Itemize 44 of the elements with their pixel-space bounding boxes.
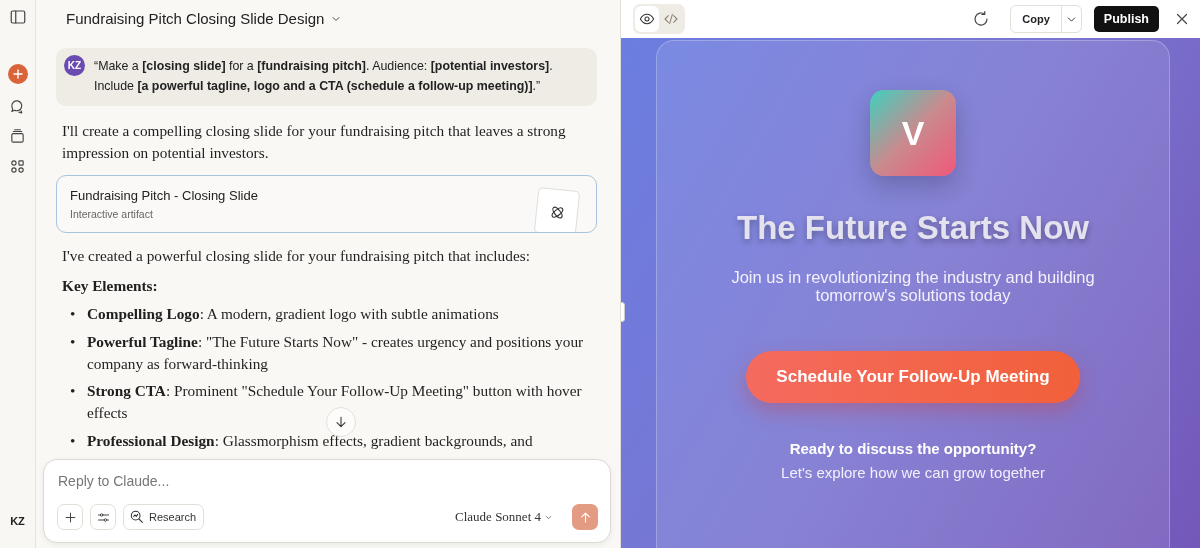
bullet-item: Strong CTA: Prominent "Schedule Your Follow-Up Meeting" button with hover effects xyxy=(87,382,582,421)
sidebar-icon xyxy=(8,8,27,26)
add-button[interactable] xyxy=(57,504,83,530)
user-initials[interactable]: KZ xyxy=(10,515,25,527)
artifact-card[interactable]: Fundraising Pitch - Closing Slide Interactive artifact xyxy=(56,175,597,233)
research-button[interactable]: Research xyxy=(123,504,205,530)
new-chat-button[interactable] xyxy=(7,64,28,84)
tools-button[interactable] xyxy=(90,504,116,530)
reply-input[interactable]: Reply to Claude... xyxy=(56,472,480,490)
bullet-item: Powerful Tagline: "The Future Starts Now" - creates urgency and positions your company as forward-thinking xyxy=(87,332,584,372)
archive-box-icon xyxy=(9,128,26,145)
publish-button[interactable]: Publish xyxy=(1093,6,1159,32)
model-selector[interactable]: Claude Sonnet 4 xyxy=(455,509,553,525)
assistant-paragraph: I'll create a compelling closing slide for your fundraising pitch that leaves a strong impression on potential investors. xyxy=(62,121,567,163)
section-heading: Key Elements: xyxy=(62,276,159,296)
closing-question: Ready to discuss the opportunity? xyxy=(789,440,1037,457)
refresh-icon xyxy=(972,10,991,28)
bullet-mark: • xyxy=(70,430,76,451)
assistant-paragraph: I've created a powerful closing slide for your fundraising pitch that includes: xyxy=(62,246,531,266)
search-icon xyxy=(129,509,145,525)
shapes-grid-icon xyxy=(9,158,26,175)
bullet-mark: • xyxy=(70,304,76,324)
preview-tab[interactable] xyxy=(635,6,659,32)
projects-button[interactable] xyxy=(9,128,26,145)
plus-icon xyxy=(10,67,25,81)
code-icon xyxy=(663,11,679,27)
arrow-down-icon xyxy=(333,414,349,430)
eye-icon xyxy=(639,11,655,27)
sidebar-toggle-button[interactable] xyxy=(8,8,27,26)
user-avatar: KZ xyxy=(64,55,85,76)
slide-subheading: Join us in revolutionizing the industry and building tomorrow's solutions today xyxy=(730,268,1096,304)
scroll-down-button[interactable] xyxy=(326,407,356,437)
artifacts-button[interactable] xyxy=(9,158,26,175)
bullet-mark: • xyxy=(70,381,76,401)
plus-icon xyxy=(62,509,78,525)
closing-line: Let's explore how we can grow together xyxy=(781,464,1045,481)
slide-headline: The Future Starts Now xyxy=(737,209,1089,247)
refresh-button[interactable] xyxy=(972,10,991,28)
conversation-title-button[interactable]: Fundraising Pitch Closing Slide Design xyxy=(66,10,343,27)
bullet-item: Compelling Logo: A modern, gradient logo with subtle animations xyxy=(87,305,499,322)
user-message-text: “Make a [closing slide] for a [fundraising pitch]. Audience: [potential investors]. Include [a powerful tagline, logo and a CTA (schedule a follow-up meeting)].” xyxy=(94,58,554,95)
bullet-mark: • xyxy=(70,331,76,352)
logo-mark: V xyxy=(870,90,956,176)
bullet-item: Professional Design: Glassmorphism effects, gradient backgrounds, and xyxy=(87,431,533,449)
